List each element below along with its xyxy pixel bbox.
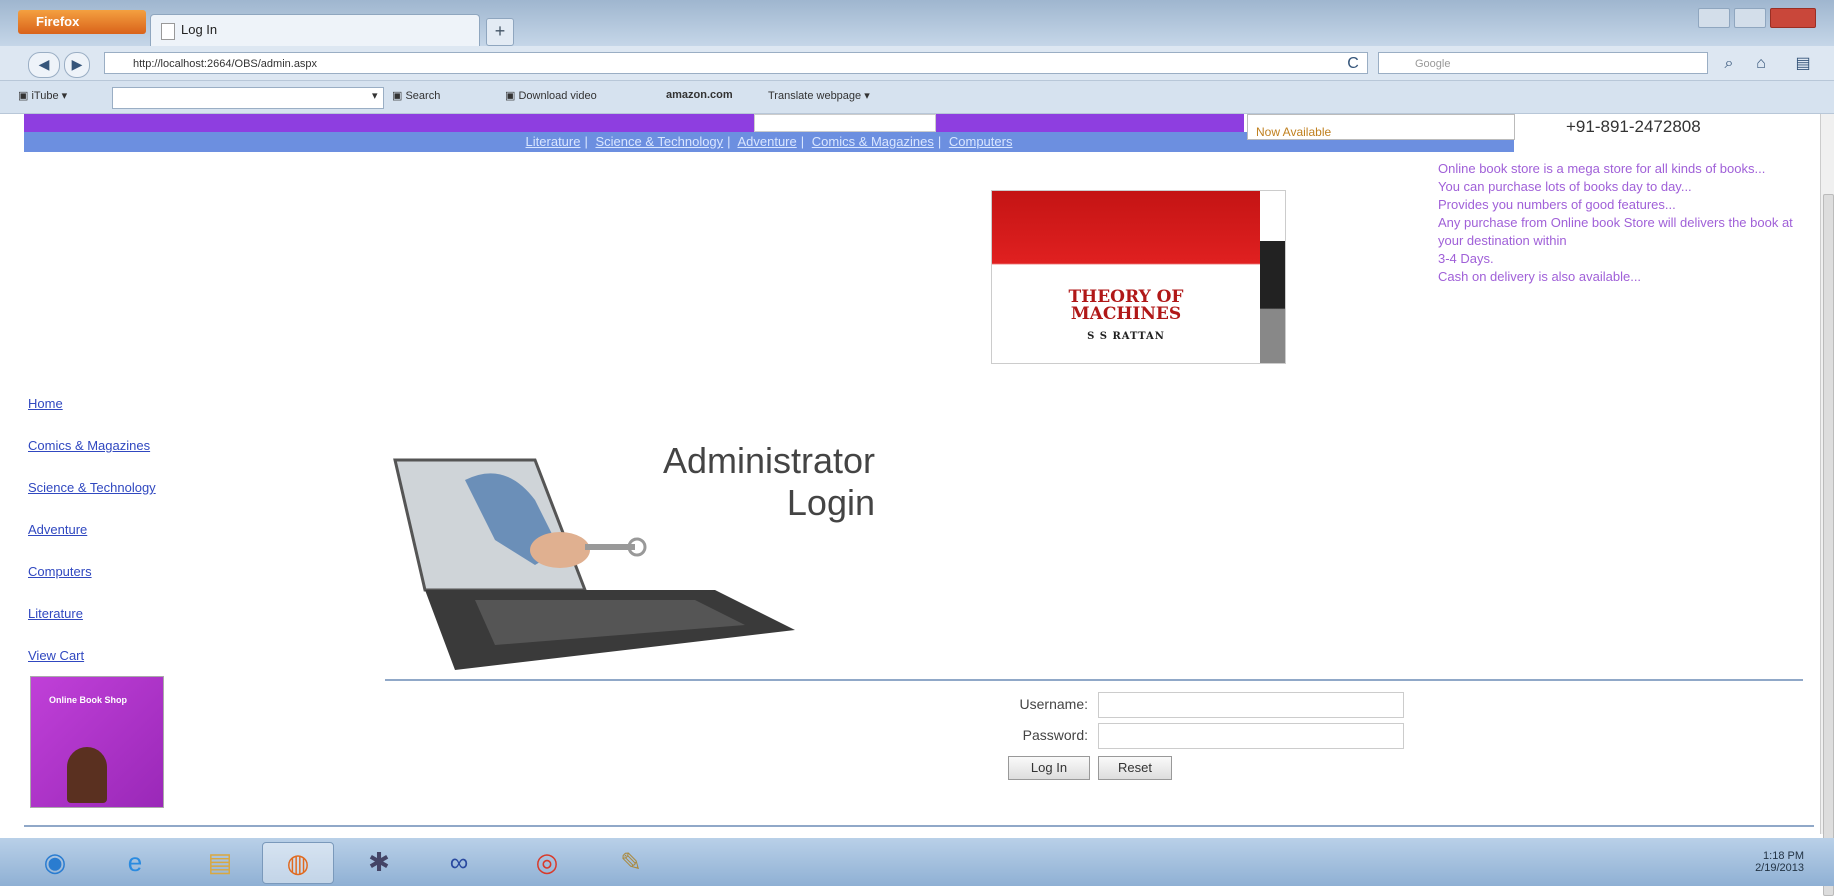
nav-link-science-technology[interactable]: Science & Technology xyxy=(595,134,723,149)
scrollbar-thumb[interactable] xyxy=(1823,194,1834,896)
promo-label: Online Book Shop xyxy=(49,695,127,705)
translate-label: Translate webpage xyxy=(768,90,862,102)
ad-side-strip xyxy=(1260,241,1285,363)
hand xyxy=(530,532,590,568)
page-scrollbar[interactable] xyxy=(1820,114,1834,896)
book-title: THEORY OF MACHINES xyxy=(992,289,1260,323)
footer-divider xyxy=(24,825,1814,827)
admin-login-title: Administrator Login xyxy=(590,440,875,524)
explorer-icon[interactable]: ▤ xyxy=(185,842,255,882)
book-title-line2: MACHINES xyxy=(1070,304,1182,324)
sidebar-item-home[interactable]: Home xyxy=(28,396,156,438)
online-book-shop-promo: Online Book Shop xyxy=(30,676,164,808)
desc-line: You can purchase lots of books day to da… xyxy=(1438,179,1692,194)
chrome-icon[interactable]: ◎ xyxy=(512,842,582,882)
back-button[interactable]: ◀ xyxy=(28,52,60,78)
combo-dropdown-icon[interactable]: ▾ xyxy=(372,89,378,102)
navigation-bar: ◀ ▶ http://localhost:2664/OBS/admin.aspx… xyxy=(0,46,1834,81)
book-author: S S RATTAN xyxy=(1087,331,1165,342)
sidebar-item-science-technology[interactable]: Science & Technology xyxy=(28,480,156,522)
divider xyxy=(385,679,1803,681)
admin-title-line2: Login xyxy=(786,482,875,523)
phone-number: +91-891-2472808 xyxy=(1566,117,1701,136)
desc-line: Online book store is a mega store for al… xyxy=(1438,161,1766,176)
desc-line: Provides you numbers of good features... xyxy=(1438,197,1676,212)
availability-badge: Now Available xyxy=(1247,114,1515,140)
password-label: Password: xyxy=(1022,727,1088,743)
header-search-box[interactable] xyxy=(754,114,936,132)
forward-button[interactable]: ▶ xyxy=(64,52,90,78)
nav-link-comics-magazines[interactable]: Comics & Magazines xyxy=(812,134,934,149)
tool-icon[interactable]: ✎ xyxy=(596,842,666,882)
desc-line: Cash on delivery is also available... xyxy=(1438,269,1642,284)
sidebar-item-computers[interactable]: Computers xyxy=(28,564,156,606)
toolbar-search-button[interactable]: ▣ Search xyxy=(392,89,440,102)
taskbar: ◉ e ▤ ◍ ✱ ∞ ◎ ✎ 1:18 PM 2/19/2013 xyxy=(0,838,1834,886)
home-icon[interactable]: ⌂ xyxy=(1748,52,1774,76)
sidebar-item-comics-magazines[interactable]: Comics & Magazines xyxy=(28,438,156,480)
translate-button[interactable]: Translate webpage ▾ xyxy=(768,89,870,102)
username-field[interactable] xyxy=(1098,692,1404,718)
bookmarks-icon[interactable]: ▤ xyxy=(1790,52,1816,76)
itube-toolbar[interactable]: ▣ iTube ▾ xyxy=(18,89,67,102)
nav-link-literature[interactable]: Literature xyxy=(526,134,581,149)
firefox-menu-button[interactable]: Firefox xyxy=(18,10,146,34)
maximize-button[interactable] xyxy=(1734,8,1766,28)
tab-bar: Firefox Log In + xyxy=(0,0,1834,46)
window-controls xyxy=(1694,8,1834,34)
tab-title: Log In xyxy=(181,22,218,37)
itube-label: iTube xyxy=(31,90,59,102)
network-icon[interactable]: ✱ xyxy=(344,842,414,882)
sidebar-nav: Home Comics & Magazines Science & Techno… xyxy=(28,396,156,690)
new-tab-button[interactable]: + xyxy=(486,18,514,46)
book-advertisement[interactable]: THEORY OF MACHINES S S RATTAN xyxy=(991,190,1286,364)
toolbar-search-label: Search xyxy=(405,90,441,102)
url-bar[interactable]: http://localhost:2664/OBS/admin.aspx xyxy=(104,52,1368,74)
header-banner xyxy=(24,114,1244,132)
amazon-button[interactable]: amazon.com xyxy=(666,89,733,101)
desc-line: 3-4 Days. xyxy=(1438,251,1494,266)
infinity-icon[interactable]: ∞ xyxy=(424,842,494,882)
reload-button[interactable]: C xyxy=(1340,52,1366,76)
search-bar[interactable]: Google xyxy=(1378,52,1708,74)
clock-time: 1:18 PM xyxy=(1763,850,1804,862)
ie-icon[interactable]: e xyxy=(100,842,170,882)
download-video-button[interactable]: ▣ Download video xyxy=(505,89,597,102)
login-button[interactable]: Log In xyxy=(1008,756,1090,780)
sidebar-item-adventure[interactable]: Adventure xyxy=(28,522,156,564)
sidebar-item-literature[interactable]: Literature xyxy=(28,606,156,648)
close-button[interactable] xyxy=(1770,8,1816,28)
username-label: Username: xyxy=(1019,696,1088,712)
password-field[interactable] xyxy=(1098,723,1404,749)
page-icon xyxy=(161,23,175,40)
nav-link-computers[interactable]: Computers xyxy=(949,134,1013,149)
nav-link-adventure[interactable]: Adventure xyxy=(737,134,796,149)
minimize-button[interactable] xyxy=(1698,8,1730,28)
person-image xyxy=(67,747,107,803)
store-description: Online book store is a mega store for al… xyxy=(1438,160,1808,286)
firefox-icon[interactable]: ◍ xyxy=(262,842,334,884)
desc-line: Any purchase from Online book Store will… xyxy=(1438,215,1793,248)
clock-date: 2/19/2013 xyxy=(1755,862,1804,874)
search-icon[interactable]: ⌕ xyxy=(1716,52,1742,76)
tab-log-in[interactable]: Log In xyxy=(150,14,480,46)
admin-title-line1: Administrator xyxy=(662,440,875,481)
toolbar-search-combo[interactable] xyxy=(112,87,384,109)
start-orb[interactable]: ◉ xyxy=(20,842,90,882)
download-video-label: Download video xyxy=(518,90,597,102)
bookmarks-toolbar: ▣ iTube ▾ ▾ ▣ Search ▣ Download video am… xyxy=(0,81,1834,114)
system-tray[interactable]: 1:18 PM 2/19/2013 xyxy=(1755,850,1804,874)
reset-button[interactable]: Reset xyxy=(1098,756,1172,780)
